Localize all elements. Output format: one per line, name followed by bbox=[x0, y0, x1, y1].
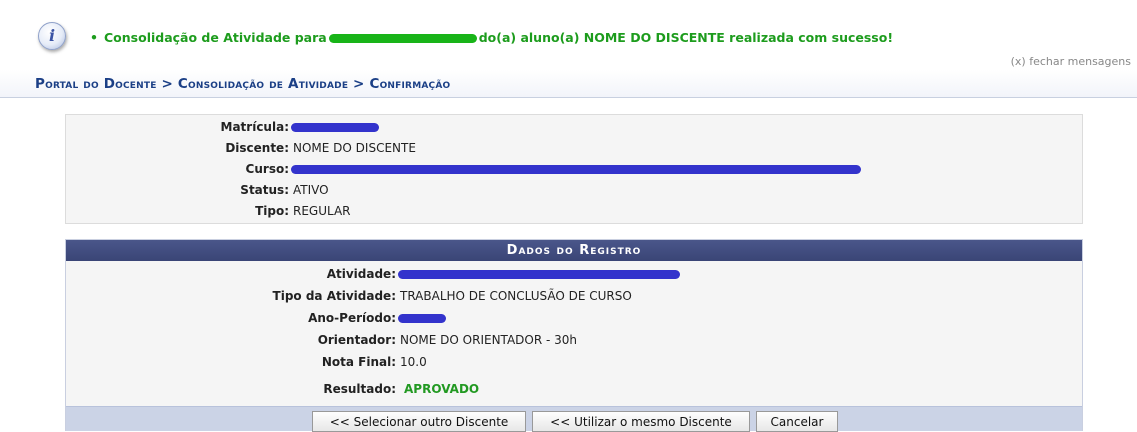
redacted-ano-periodo bbox=[398, 314, 446, 323]
redacted-atividade bbox=[398, 270, 680, 279]
status-value: ATIVO bbox=[293, 183, 329, 197]
tipo-atividade-value: TRABALHO DE CONCLUSÃO DE CURSO bbox=[400, 289, 632, 303]
cancelar-button[interactable]: Cancelar bbox=[756, 411, 838, 432]
redacted-curso bbox=[291, 165, 861, 174]
close-messages-link[interactable]: (x) fechar mensagens bbox=[1011, 55, 1131, 68]
success-message: • Consolidação de Atividade para do(a) alu… bbox=[90, 30, 893, 45]
message-bar: i • Consolidação de Atividade para do(a) a… bbox=[0, 0, 1137, 70]
discente-label: Discente: bbox=[225, 141, 289, 155]
ano-periodo-label: Ano-Período: bbox=[308, 311, 396, 325]
button-bar: << Selecionar outro Discente << Utilizar… bbox=[66, 406, 1082, 432]
orientador-value: NOME DO ORIENTADOR - 30h bbox=[400, 333, 578, 347]
registro-panel: Dados do Registro Atividade: Tipo da Ati… bbox=[65, 239, 1083, 432]
resultado-value: APROVADO bbox=[404, 382, 480, 396]
message-prefix: Consolidação de Atividade para bbox=[104, 30, 327, 45]
selecionar-outro-discente-button[interactable]: << Selecionar outro Discente bbox=[312, 411, 526, 432]
curso-label: Curso: bbox=[245, 162, 289, 176]
redacted-activity bbox=[328, 34, 477, 43]
status-label: Status: bbox=[240, 183, 289, 197]
atividade-label: Atividade: bbox=[326, 267, 396, 281]
breadcrumb: Portal do Docente > Consolidação de Ativ… bbox=[0, 70, 1137, 98]
student-info-panel: Matrícula: Discente: NOME DO DISCENTE Cur… bbox=[65, 114, 1083, 224]
orientador-label: Orientador: bbox=[317, 333, 396, 347]
tipo-value: REGULAR bbox=[293, 204, 351, 218]
resultado-label: Resultado: bbox=[323, 382, 396, 396]
info-icon: i bbox=[38, 22, 66, 50]
message-bullet: • bbox=[90, 30, 98, 45]
tipo-atividade-label: Tipo da Atividade: bbox=[272, 289, 396, 303]
nota-final-value: 10.0 bbox=[400, 355, 427, 369]
tipo-label: Tipo: bbox=[255, 204, 289, 218]
breadcrumb-text: Portal do Docente > Consolidação de Ativ… bbox=[35, 76, 451, 92]
utilizar-mesmo-discente-button[interactable]: << Utilizar o mesmo Discente bbox=[532, 411, 750, 432]
registro-title: Dados do Registro bbox=[66, 240, 1082, 261]
discente-value: NOME DO DISCENTE bbox=[293, 141, 416, 155]
message-suffix: do(a) aluno(a) NOME DO DISCENTE realizad… bbox=[478, 30, 894, 45]
nota-final-label: Nota Final: bbox=[321, 355, 396, 369]
redacted-matricula bbox=[291, 123, 379, 132]
matricula-label: Matrícula: bbox=[220, 120, 289, 134]
